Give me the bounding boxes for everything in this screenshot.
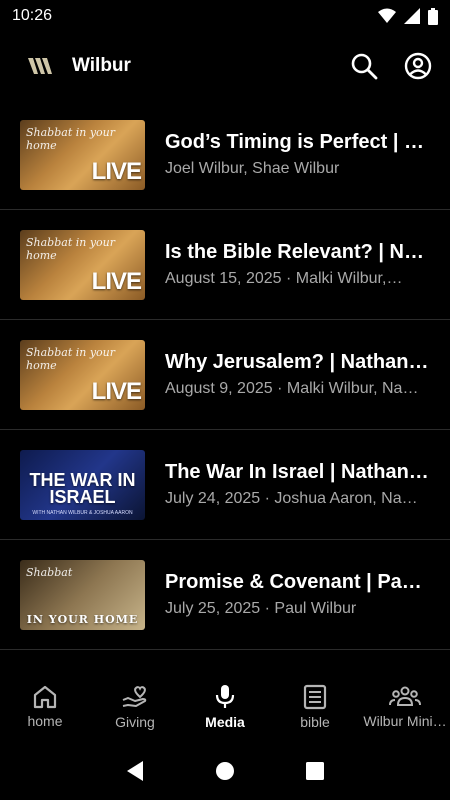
status-bar: 10:26 bbox=[0, 0, 450, 32]
bottom-nav: home Giving Media bible Wilbur Mini… bbox=[0, 672, 450, 742]
media-title: Promise & Covenant | Pau… bbox=[165, 571, 430, 593]
search-icon[interactable] bbox=[350, 52, 378, 80]
thumbnail-script-text: Shabbat in your home bbox=[26, 125, 116, 152]
media-thumbnail: Shabbat IN YOUR HOME bbox=[20, 559, 145, 630]
wifi-icon bbox=[378, 8, 396, 23]
media-item[interactable]: Shabbat IN YOUR HOME Promise & Covenant … bbox=[0, 540, 450, 650]
media-thumbnail: Shabbat in your home LIVE bbox=[20, 119, 145, 190]
media-item[interactable]: THE WAR IN ISRAEL WITH NATHAN WILBUR & J… bbox=[0, 430, 450, 540]
home-icon bbox=[33, 685, 57, 709]
account-icon[interactable] bbox=[404, 52, 432, 80]
nav-tab-home[interactable]: home bbox=[0, 672, 90, 742]
nav-tab-media[interactable]: Media bbox=[180, 672, 270, 742]
community-icon bbox=[389, 686, 421, 706]
wilbur-logo-icon bbox=[28, 58, 52, 74]
media-item[interactable]: Shabbat in your home LIVE Is the Bible R… bbox=[0, 210, 450, 320]
back-icon[interactable] bbox=[125, 760, 145, 782]
media-thumbnail: Shabbat in your home LIVE bbox=[20, 229, 145, 300]
nav-label: Media bbox=[205, 714, 245, 730]
media-subtitle: August 15, 2025 · Malki Wilbur,… bbox=[165, 270, 403, 287]
bible-icon bbox=[303, 684, 327, 710]
thumbnail-script-text: Shabbat in your home bbox=[26, 235, 116, 262]
media-title: The War In Israel | Nathan… bbox=[165, 461, 429, 483]
thumbnail-text: IN YOUR HOME bbox=[26, 612, 139, 626]
battery-icon bbox=[428, 7, 438, 25]
media-subtitle: Joel Wilbur, Shae Wilbur bbox=[165, 160, 340, 177]
nav-label: Giving bbox=[115, 714, 155, 730]
app-title: Wilbur bbox=[72, 55, 131, 76]
thumbnail-script-text: Shabbat in your home bbox=[26, 345, 116, 372]
nav-label: Wilbur Mini… bbox=[363, 713, 447, 729]
status-icons bbox=[378, 7, 438, 25]
media-title: Why Jerusalem? | Nathan … bbox=[165, 351, 430, 373]
nav-tab-wilbur-ministries[interactable]: Wilbur Mini… bbox=[360, 672, 450, 742]
nav-label: bible bbox=[300, 714, 330, 730]
media-thumbnail: Shabbat in your home LIVE bbox=[20, 339, 145, 410]
microphone-icon bbox=[215, 685, 235, 708]
thumbnail-text: THE WAR IN ISRAEL bbox=[29, 469, 136, 507]
media-item[interactable]: Shabbat in your home LIVE God’s Timing i… bbox=[0, 100, 450, 210]
signal-icon bbox=[404, 8, 420, 24]
media-subtitle: July 25, 2025 · Paul Wilbur bbox=[165, 600, 357, 617]
media-thumbnail: THE WAR IN ISRAEL WITH NATHAN WILBUR & J… bbox=[20, 449, 145, 520]
media-list: Shabbat in your home LIVE God’s Timing i… bbox=[0, 100, 450, 650]
system-nav-bar bbox=[0, 742, 450, 800]
recents-icon[interactable] bbox=[305, 761, 325, 781]
home-circle-icon[interactable] bbox=[215, 761, 235, 781]
media-title: God’s Timing is Perfect | … bbox=[165, 131, 424, 153]
media-item[interactable]: Shabbat in your home LIVE Why Jerusalem?… bbox=[0, 320, 450, 430]
giving-icon bbox=[122, 686, 147, 707]
thumbnail-text: LIVE bbox=[91, 377, 142, 405]
nav-label: home bbox=[27, 713, 63, 729]
thumbnail-text: LIVE bbox=[91, 157, 142, 185]
media-title: Is the Bible Relevant? | Na… bbox=[165, 241, 430, 263]
status-time: 10:26 bbox=[12, 7, 53, 24]
app-header: Wilbur bbox=[0, 32, 450, 100]
thumbnail-text: LIVE bbox=[91, 267, 142, 295]
media-subtitle: July 24, 2025 · Joshua Aaron, Na… bbox=[165, 490, 418, 507]
media-subtitle: August 9, 2025 · Malki Wilbur, Na… bbox=[165, 380, 419, 397]
thumbnail-subtext: WITH NATHAN WILBUR & JOSHUA AARON bbox=[32, 509, 133, 516]
nav-tab-bible[interactable]: bible bbox=[270, 672, 360, 742]
thumbnail-script-text: Shabbat bbox=[26, 565, 73, 579]
nav-tab-giving[interactable]: Giving bbox=[90, 672, 180, 742]
